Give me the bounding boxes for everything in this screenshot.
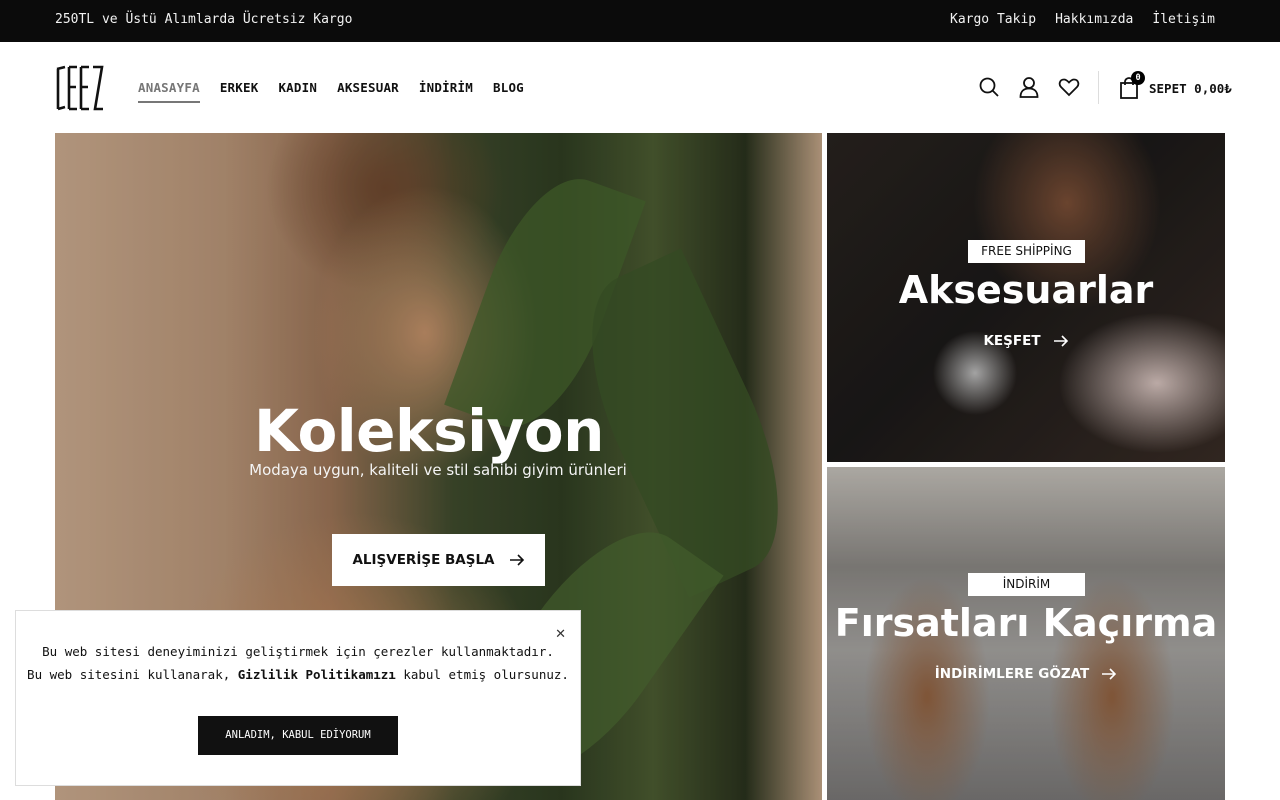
card-tag: İNDİRİM <box>968 573 1085 596</box>
browse-discounts-label: İNDİRİMLERE GÖZAT <box>934 666 1090 682</box>
nav-anasayfa[interactable]: ANASAYFA <box>138 80 200 103</box>
promo-card-discounts[interactable]: İNDİRİM Fırsatları Kaçırma İNDİRİMLERE G… <box>827 467 1225 800</box>
hero-subtitle: Modaya uygun, kaliteli ve stil sahibi gi… <box>249 461 627 479</box>
discover-link[interactable]: KEŞFET <box>827 333 1225 349</box>
top-link-kargo-takip[interactable]: Kargo Takip <box>950 12 1036 27</box>
promo-card-accessories[interactable]: FREE SHİPPİNG Aksesuarlar KEŞFET <box>827 133 1225 462</box>
start-shopping-label: ALIŞVERİŞE BAŞLA <box>352 552 495 568</box>
heart-icon[interactable] <box>1058 76 1080 98</box>
arrow-right-icon <box>1102 668 1117 680</box>
cart-label: SEPET 0,00₺ <box>1149 80 1232 96</box>
close-icon[interactable]: ✕ <box>555 627 566 642</box>
nav-blog[interactable]: BLOG <box>493 80 524 103</box>
privacy-policy-link[interactable]: Gizlilik Politikamızı <box>238 667 396 682</box>
bag-icon: 0 <box>1119 71 1145 99</box>
search-icon[interactable] <box>978 76 1000 98</box>
cookie-consent-banner: ✕ Bu web sitesi deneyiminizi geliştirmek… <box>15 610 581 786</box>
card-title: Fırsatları Kaçırma <box>834 601 1218 645</box>
free-shipping-promo: 250TL ve Üstü Alımlarda Ücretsiz Kargo <box>55 12 353 27</box>
top-announcement-bar: 250TL ve Üstü Alımlarda Ücretsiz Kargo K… <box>0 0 1280 42</box>
brand-logo[interactable] <box>55 65 105 111</box>
nav-kadin[interactable]: KADIN <box>278 80 317 103</box>
start-shopping-button[interactable]: ALIŞVERİŞE BAŞLA <box>332 534 545 586</box>
card-tag: FREE SHİPPİNG <box>968 240 1085 263</box>
top-link-hakkimizda[interactable]: Hakkımızda <box>1055 12 1133 27</box>
cart-button[interactable]: 0 SEPET 0,00₺ <box>1119 71 1232 99</box>
discover-link-label: KEŞFET <box>983 333 1041 349</box>
hero-title: Koleksiyon <box>254 397 604 465</box>
user-icon[interactable] <box>1018 76 1040 98</box>
site-header: ANASAYFA ERKEK KADIN AKSESUAR İNDİRİM BL… <box>0 42 1280 133</box>
header-icons <box>978 76 1080 98</box>
arrow-right-icon <box>1053 335 1068 347</box>
card-title: Aksesuarlar <box>898 268 1154 312</box>
cart-total: 0,00₺ <box>1194 80 1232 96</box>
header-divider <box>1098 71 1099 104</box>
cookie-policy-text: Bu web sitesini kullanarak, Gizlilik Pol… <box>27 667 569 682</box>
arrow-right-icon <box>509 554 524 566</box>
top-link-iletisim[interactable]: İletişim <box>1152 12 1215 27</box>
cart-count-badge: 0 <box>1131 71 1145 85</box>
top-links: Kargo Takip Hakkımızda İletişim <box>950 12 1215 27</box>
cookie-message: Bu web sitesi deneyiminizi geliştirmek i… <box>42 644 554 659</box>
nav-erkek[interactable]: ERKEK <box>220 80 259 103</box>
browse-discounts-link[interactable]: İNDİRİMLERE GÖZAT <box>827 666 1225 682</box>
nav-aksesuar[interactable]: AKSESUAR <box>337 80 399 103</box>
main-nav: ANASAYFA ERKEK KADIN AKSESUAR İNDİRİM BL… <box>138 80 524 103</box>
accept-cookies-button[interactable]: ANLADIM, KABUL EDİYORUM <box>198 716 398 755</box>
nav-indirim[interactable]: İNDİRİM <box>419 80 473 103</box>
